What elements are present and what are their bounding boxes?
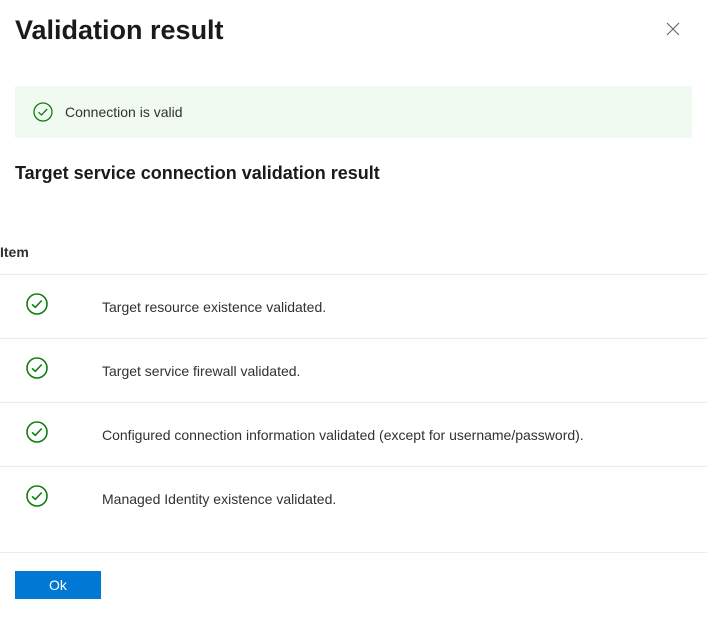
- status-cell: [0, 485, 102, 512]
- column-header-item: Item: [0, 234, 707, 274]
- item-text: Target resource existence validated.: [102, 299, 326, 315]
- item-text: Target service firewall validated.: [102, 363, 300, 379]
- success-check-icon: [26, 293, 48, 315]
- table-row: Managed Identity existence validated.: [0, 466, 707, 530]
- success-check-icon: [26, 357, 48, 379]
- success-check-icon: [33, 102, 53, 122]
- table-row: Target service firewall validated.: [0, 338, 707, 402]
- validation-table: Item Target resource existence validated…: [0, 234, 707, 530]
- success-check-icon: [26, 485, 48, 507]
- status-message: Connection is valid: [65, 104, 183, 120]
- dialog-footer: Ok: [0, 552, 707, 599]
- dialog-title: Validation result: [15, 15, 224, 46]
- ok-button[interactable]: Ok: [15, 571, 101, 599]
- success-check-icon: [26, 421, 48, 443]
- status-cell: [0, 357, 102, 384]
- status-cell: [0, 293, 102, 320]
- status-cell: [0, 421, 102, 448]
- close-button[interactable]: [659, 15, 687, 43]
- table-row: Configured connection information valida…: [0, 402, 707, 466]
- close-icon: [666, 22, 680, 36]
- section-subtitle: Target service connection validation res…: [0, 163, 707, 184]
- item-text: Managed Identity existence validated.: [102, 491, 336, 507]
- item-text: Configured connection information valida…: [102, 427, 584, 443]
- table-header: Item: [0, 234, 707, 274]
- dialog-header: Validation result: [0, 0, 707, 46]
- status-banner: Connection is valid: [15, 86, 692, 138]
- table-row: Target resource existence validated.: [0, 274, 707, 338]
